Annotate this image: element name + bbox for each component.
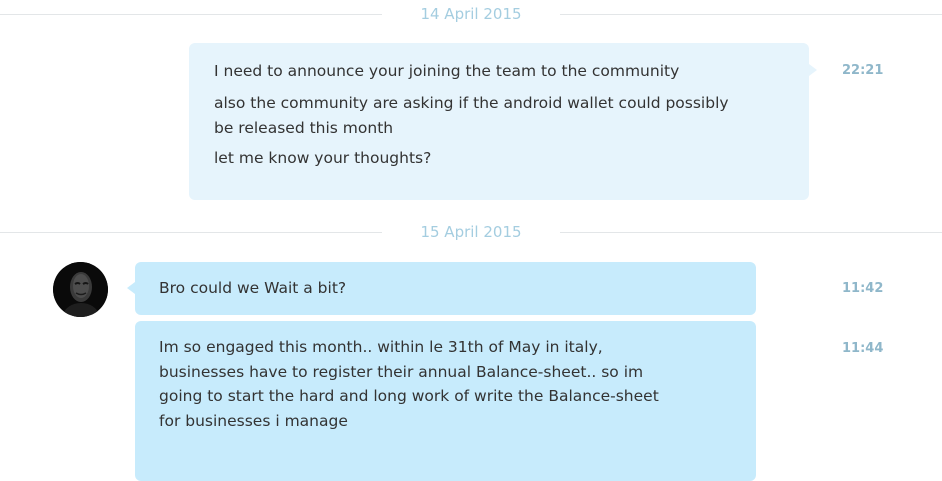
- message-time: 11:44: [842, 341, 884, 356]
- message-line: let me know your thoughts?: [214, 149, 432, 167]
- contact-avatar[interactable]: [53, 262, 108, 317]
- message-bubble-incoming[interactable]: Bro could we Wait a bit?: [135, 262, 756, 315]
- message-line: I need to announce your joining the team…: [214, 62, 680, 80]
- message-line: also the community are asking if the and…: [214, 94, 729, 137]
- bubble-tail: [809, 64, 817, 76]
- date-separator: 15 April 2015: [0, 223, 942, 241]
- bubble-tail: [127, 282, 135, 294]
- date-label: 15 April 2015: [408, 223, 534, 241]
- message-line: Im so engaged this month.. within le 31t…: [159, 338, 659, 430]
- message-time: 11:42: [842, 281, 884, 296]
- anonymous-mask-icon: [53, 262, 108, 317]
- date-label: 14 April 2015: [408, 5, 534, 23]
- message-time: 22:21: [842, 63, 884, 78]
- message-bubble-incoming[interactable]: Im so engaged this month.. within le 31t…: [135, 321, 756, 481]
- message-bubble-outgoing[interactable]: I need to announce your joining the team…: [189, 43, 809, 200]
- date-separator: 14 April 2015: [0, 5, 942, 23]
- message-line: Bro could we Wait a bit?: [159, 279, 347, 297]
